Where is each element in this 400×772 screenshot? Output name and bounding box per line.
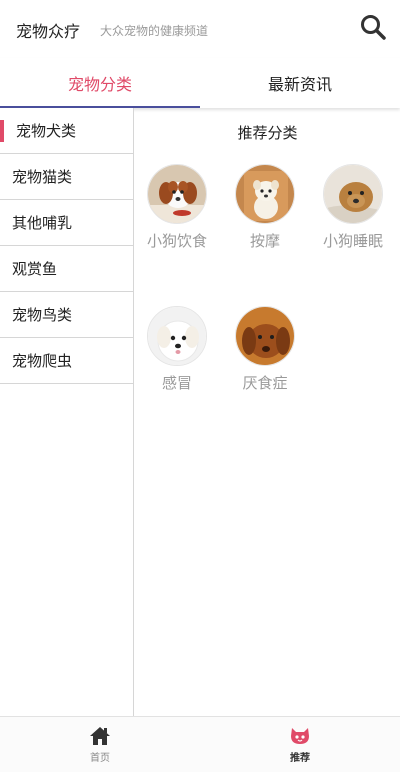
- recommend-panel: 推荐分类 小狗饮食 按摩 小狗睡眠 感冒 厌食症: [135, 108, 400, 716]
- bottom-nav: 首页 推荐: [0, 716, 400, 772]
- sidebar-item-fish[interactable]: 观赏鱼: [0, 246, 133, 292]
- app-subtitle: 大众宠物的健康频道: [100, 24, 209, 38]
- category-puppy-diet[interactable]: 小狗饮食: [135, 164, 219, 251]
- sidebar-item-cats[interactable]: 宠物猫类: [0, 154, 133, 200]
- search-icon: [361, 15, 386, 40]
- nav-home[interactable]: 首页: [0, 717, 200, 772]
- category-massage[interactable]: 按摩: [223, 164, 307, 251]
- nav-recommend[interactable]: 推荐: [200, 717, 400, 772]
- category-anorexia[interactable]: 厌食症: [223, 306, 307, 393]
- sidebar-item-reptiles[interactable]: 宠物爬虫: [0, 338, 133, 384]
- brown-dog-photo: [235, 306, 295, 366]
- category-sidebar: 宠物犬类 宠物猫类 其他哺乳 观赏鱼 宠物鸟类 宠物爬虫: [0, 108, 134, 716]
- sleeping-puppy-photo: [323, 164, 383, 224]
- category-label: 按摩: [249, 232, 280, 250]
- nav-recommend-label: 推荐: [290, 752, 310, 764]
- category-label: 小狗饮食: [146, 232, 207, 250]
- sidebar-item-dogs[interactable]: 宠物犬类: [0, 108, 133, 154]
- tab-pet-categories[interactable]: 宠物分类: [0, 58, 200, 108]
- app-title: 宠物众疗: [16, 22, 81, 41]
- category-cold[interactable]: 感冒: [135, 306, 219, 393]
- search-button[interactable]: [358, 12, 388, 42]
- white-fluffy-puppy-photo: [147, 306, 207, 366]
- white-puppy-photo: [235, 164, 295, 224]
- category-label: 感冒: [161, 374, 192, 392]
- category-puppy-sleep[interactable]: 小狗睡眠: [311, 164, 395, 251]
- tab-bar: 宠物分类 最新资讯: [0, 58, 400, 108]
- sidebar-item-birds[interactable]: 宠物鸟类: [0, 292, 133, 338]
- app-header: 宠物众疗 大众宠物的健康频道: [0, 0, 400, 58]
- category-label: 小狗睡眠: [322, 232, 383, 250]
- cat-face-icon: [291, 727, 309, 744]
- home-icon: [90, 726, 110, 745]
- section-title: 推荐分类: [237, 124, 298, 142]
- nav-home-label: 首页: [90, 752, 110, 764]
- puppy-eating-photo: [147, 164, 207, 224]
- sidebar-item-other-mammals[interactable]: 其他哺乳: [0, 200, 133, 246]
- tab-latest-news[interactable]: 最新资讯: [200, 58, 400, 108]
- category-label: 厌食症: [242, 374, 288, 392]
